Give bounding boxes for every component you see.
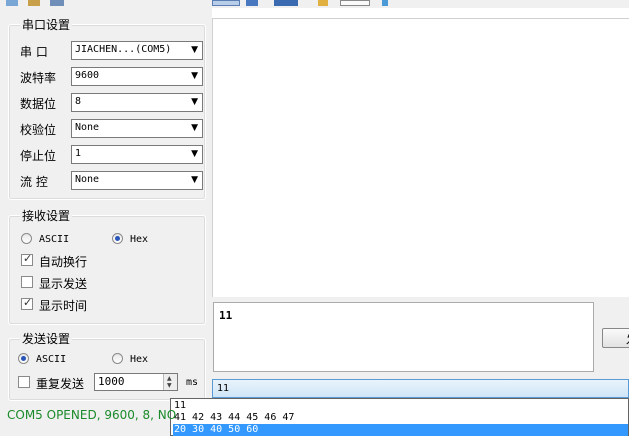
- receive-ascii-radio[interactable]: [21, 233, 32, 244]
- chevron-up-icon[interactable]: ▲: [167, 375, 172, 382]
- send-button[interactable]: 发: [602, 328, 629, 348]
- send-hex-radio[interactable]: [112, 353, 123, 364]
- stop-bits-row: 停止位 1 ▼: [20, 145, 204, 165]
- send-history-combo[interactable]: 11: [212, 379, 629, 398]
- send-settings-group: 发送设置 ASCII Hex ✓ 重复发送 1000 ▲ ▼ ms: [8, 330, 206, 401]
- connection-status: COM5 OPENED, 9600, 8, NO: [7, 408, 177, 422]
- auto-newline-checkbox[interactable]: ✓: [21, 252, 33, 266]
- serial-settings-group: 串口设置 串 口 JIACHEN...(COM5) ▼ 波特率 9600 ▼ 数…: [8, 16, 206, 200]
- toolbar-save-icon[interactable]: [50, 0, 64, 6]
- toolbar-field-icon[interactable]: [340, 0, 370, 6]
- chevron-down-icon: ▼: [191, 45, 198, 55]
- show-time-checkbox[interactable]: ✓: [21, 296, 33, 310]
- toolbar-play-icon[interactable]: [212, 0, 240, 6]
- status-bar: COM5 OPENED, 9600, 8, NO: [0, 403, 176, 436]
- parity-label: 校验位: [20, 123, 57, 137]
- baud-label: 波特率: [20, 71, 57, 85]
- data-bits-row: 数据位 8 ▼: [20, 93, 204, 113]
- chevron-down-icon: ▼: [191, 149, 198, 159]
- stop-bits-select[interactable]: 1 ▼: [71, 145, 203, 164]
- toolbar-grid-icon[interactable]: [246, 0, 258, 6]
- port-select[interactable]: JIACHEN...(COM5) ▼: [71, 41, 203, 60]
- receive-ascii-label: ASCII: [39, 234, 70, 245]
- send-textarea[interactable]: 11: [213, 302, 594, 372]
- port-label: 串 口: [20, 45, 48, 59]
- flow-select[interactable]: None ▼: [71, 171, 203, 190]
- port-row: 串 口 JIACHEN...(COM5) ▼: [20, 41, 204, 61]
- baud-row: 波特率 9600 ▼: [20, 67, 204, 87]
- flow-row: 流 控 None ▼: [20, 171, 204, 191]
- chevron-down-icon: ▼: [191, 97, 198, 107]
- show-send-checkbox[interactable]: ✓: [21, 276, 33, 288]
- send-settings-title: 发送设置: [20, 330, 73, 347]
- chevron-down-icon: ▼: [191, 71, 198, 81]
- send-ascii-radio[interactable]: [18, 353, 29, 364]
- toolbar-bolt-icon[interactable]: [318, 0, 328, 6]
- stop-bits-label: 停止位: [20, 149, 57, 163]
- interval-stepper[interactable]: ▲ ▼: [163, 374, 177, 390]
- receive-hex-radio[interactable]: [112, 233, 123, 244]
- repeat-send-label: 重复发送: [36, 377, 85, 391]
- chevron-down-icon: ▼: [191, 123, 198, 133]
- toolbar-folder-icon[interactable]: [28, 0, 40, 6]
- data-bits-label: 数据位: [20, 97, 57, 111]
- show-send-label: 显示发送: [39, 277, 88, 291]
- receive-settings-group: 接收设置 ASCII Hex ✓ 自动换行 ✓ 显示发送 ✓ 显示时间: [8, 207, 206, 325]
- send-ascii-label: ASCII: [36, 354, 67, 365]
- history-item[interactable]: 20 30 40 50 60: [173, 424, 628, 436]
- serial-settings-title: 串口设置: [20, 16, 73, 33]
- repeat-send-checkbox[interactable]: ✓: [18, 376, 30, 388]
- send-hex-label: Hex: [130, 354, 149, 365]
- toolbar-window-icon[interactable]: [274, 0, 298, 6]
- data-bits-select[interactable]: 8 ▼: [71, 93, 203, 112]
- chevron-down-icon: ▼: [191, 175, 198, 185]
- send-history-dropdown: 11 41 42 43 44 45 46 47 20 30 40 50 60: [170, 398, 629, 436]
- receive-settings-title: 接收设置: [20, 207, 73, 224]
- parity-select[interactable]: None ▼: [71, 119, 203, 138]
- repeat-interval-input[interactable]: 1000 ▲ ▼: [94, 373, 178, 391]
- settings-panel: 串口设置 串 口 JIACHEN...(COM5) ▼ 波特率 9600 ▼ 数…: [0, 8, 212, 403]
- flow-label: 流 控: [20, 175, 48, 189]
- receive-hex-label: Hex: [130, 234, 149, 245]
- toolbar-info-icon[interactable]: [382, 0, 388, 6]
- history-item[interactable]: 41 42 43 44 45 46 47: [173, 412, 628, 424]
- auto-newline-label: 自动换行: [39, 255, 88, 269]
- parity-row: 校验位 None ▼: [20, 119, 204, 139]
- history-item[interactable]: 11: [173, 400, 628, 412]
- interval-unit-label: ms: [186, 377, 199, 388]
- receive-display[interactable]: [212, 18, 629, 297]
- chevron-down-icon[interactable]: ▼: [167, 382, 172, 389]
- toolbar-open-icon[interactable]: [6, 0, 18, 6]
- baud-select[interactable]: 9600 ▼: [71, 67, 203, 86]
- show-time-label: 显示时间: [39, 299, 88, 313]
- toolbar: [0, 0, 629, 8]
